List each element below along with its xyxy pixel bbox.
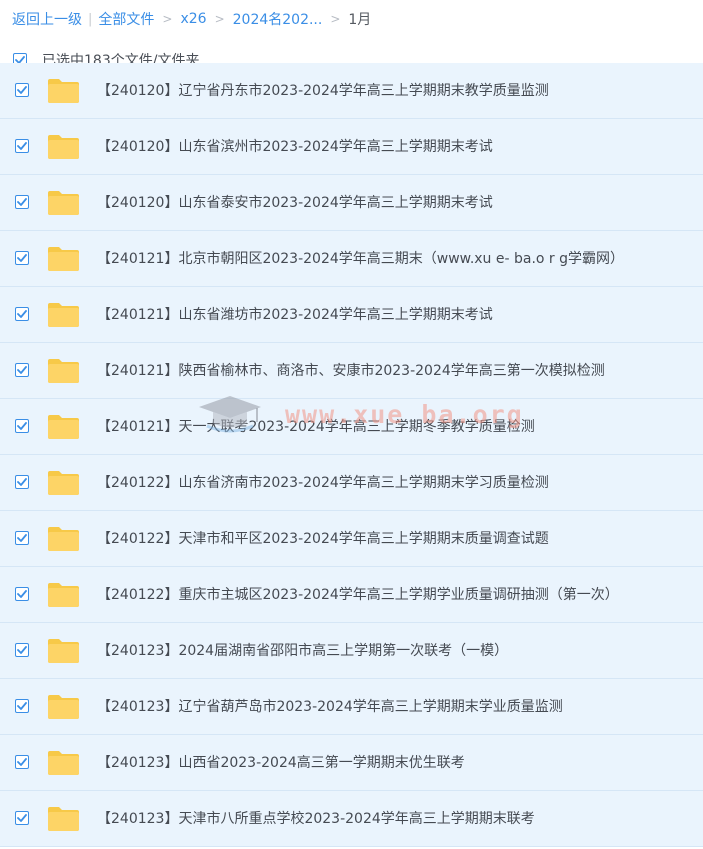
checkmark-icon bbox=[17, 646, 27, 654]
folder-icon bbox=[48, 303, 79, 327]
checkmark-icon bbox=[17, 590, 27, 598]
back-link[interactable]: 返回上一级 bbox=[12, 9, 82, 29]
row-checkbox[interactable] bbox=[15, 363, 29, 377]
folder-icon bbox=[48, 639, 79, 663]
file-row[interactable]: 【240121】天一大联考2023-2024学年高三上学期冬季教学质量检测 bbox=[0, 399, 703, 455]
row-checkbox[interactable] bbox=[15, 251, 29, 265]
row-checkbox[interactable] bbox=[15, 307, 29, 321]
file-name[interactable]: 【240121】北京市朝阳区2023-2024学年高三期末（www.xu e- … bbox=[97, 231, 624, 287]
chevron-right-icon: > bbox=[214, 12, 225, 26]
folder-icon bbox=[48, 695, 79, 719]
file-row[interactable]: 【240123】辽宁省葫芦岛市2023-2024学年高三上学期期末学业质量监测 bbox=[0, 679, 703, 735]
row-checkbox[interactable] bbox=[15, 475, 29, 489]
folder-icon bbox=[48, 471, 79, 495]
checkmark-icon bbox=[17, 478, 27, 486]
file-row[interactable]: 【240123】山西省2023-2024高三第一学期期末优生联考 bbox=[0, 735, 703, 791]
file-row[interactable]: 【240120】山东省滨州市2023-2024学年高三上学期期末考试 bbox=[0, 119, 703, 175]
row-checkbox[interactable] bbox=[15, 587, 29, 601]
row-checkbox[interactable] bbox=[15, 139, 29, 153]
breadcrumb-current: 1月 bbox=[348, 12, 372, 28]
checkmark-icon bbox=[17, 142, 27, 150]
checkmark-icon bbox=[17, 758, 27, 766]
breadcrumb-separator: | bbox=[88, 11, 93, 27]
chevron-right-icon: > bbox=[162, 12, 173, 26]
row-checkbox[interactable] bbox=[15, 755, 29, 769]
file-row[interactable]: 【240122】重庆市主城区2023-2024学年高三上学期学业质量调研抽测（第… bbox=[0, 567, 703, 623]
breadcrumb-item-x26[interactable]: x26 bbox=[180, 11, 206, 27]
folder-icon bbox=[48, 135, 79, 159]
row-checkbox[interactable] bbox=[15, 531, 29, 545]
folder-icon bbox=[48, 583, 79, 607]
file-name[interactable]: 【240122】天津市和平区2023-2024学年高三上学期期末质量调查试题 bbox=[97, 511, 549, 567]
folder-icon bbox=[48, 359, 79, 383]
file-name[interactable]: 【240121】山东省潍坊市2023-2024学年高三上学期期末考试 bbox=[97, 287, 493, 343]
folder-icon bbox=[48, 751, 79, 775]
chevron-right-icon: > bbox=[330, 12, 341, 26]
file-name[interactable]: 【240121】天一大联考2023-2024学年高三上学期冬季教学质量检测 bbox=[97, 399, 535, 455]
checkmark-icon bbox=[17, 366, 27, 374]
row-checkbox[interactable] bbox=[15, 83, 29, 97]
row-checkbox[interactable] bbox=[15, 643, 29, 657]
file-row[interactable]: 【240123】2024届湖南省邵阳市高三上学期第一次联考（一模） bbox=[0, 623, 703, 679]
folder-icon bbox=[48, 191, 79, 215]
file-row[interactable]: 【240120】辽宁省丹东市2023-2024学年高三上学期期末教学质量监测 bbox=[0, 63, 703, 119]
row-checkbox[interactable] bbox=[15, 195, 29, 209]
file-name[interactable]: 【240123】辽宁省葫芦岛市2023-2024学年高三上学期期末学业质量监测 bbox=[97, 679, 563, 735]
row-checkbox[interactable] bbox=[15, 419, 29, 433]
file-name[interactable]: 【240121】陕西省榆林市、商洛市、安康市2023-2024学年高三第一次模拟… bbox=[97, 343, 605, 399]
file-row[interactable]: 【240122】山东省济南市2023-2024学年高三上学期期末学习质量检测 bbox=[0, 455, 703, 511]
checkmark-icon bbox=[17, 534, 27, 542]
file-row[interactable]: 【240121】山东省潍坊市2023-2024学年高三上学期期末考试 bbox=[0, 287, 703, 343]
folder-icon bbox=[48, 527, 79, 551]
file-row[interactable]: 【240121】陕西省榆林市、商洛市、安康市2023-2024学年高三第一次模拟… bbox=[0, 343, 703, 399]
file-row[interactable]: 【240121】北京市朝阳区2023-2024学年高三期末（www.xu e- … bbox=[0, 231, 703, 287]
checkmark-icon bbox=[17, 702, 27, 710]
file-name[interactable]: 【240123】山西省2023-2024高三第一学期期末优生联考 bbox=[97, 735, 465, 791]
row-checkbox[interactable] bbox=[15, 699, 29, 713]
checkmark-icon bbox=[17, 310, 27, 318]
folder-icon bbox=[48, 415, 79, 439]
checkmark-icon bbox=[17, 198, 27, 206]
file-name[interactable]: 【240123】2024届湖南省邵阳市高三上学期第一次联考（一模） bbox=[97, 623, 508, 679]
file-name[interactable]: 【240123】天津市八所重点学校2023-2024学年高三上学期期末联考 bbox=[97, 791, 535, 847]
checkmark-icon bbox=[17, 814, 27, 822]
breadcrumb-item-2024[interactable]: 2024名202... bbox=[233, 9, 323, 29]
folder-icon bbox=[48, 247, 79, 271]
file-name[interactable]: 【240122】重庆市主城区2023-2024学年高三上学期学业质量调研抽测（第… bbox=[97, 567, 619, 623]
file-name[interactable]: 【240120】山东省滨州市2023-2024学年高三上学期期末考试 bbox=[97, 119, 493, 175]
file-name[interactable]: 【240122】山东省济南市2023-2024学年高三上学期期末学习质量检测 bbox=[97, 455, 549, 511]
file-row[interactable]: 【240120】山东省泰安市2023-2024学年高三上学期期末考试 bbox=[0, 175, 703, 231]
folder-icon bbox=[48, 807, 79, 831]
row-checkbox[interactable] bbox=[15, 811, 29, 825]
file-name[interactable]: 【240120】山东省泰安市2023-2024学年高三上学期期末考试 bbox=[97, 175, 493, 231]
checkmark-icon bbox=[17, 86, 27, 94]
folder-icon bbox=[48, 79, 79, 103]
all-files-link[interactable]: 全部文件 bbox=[98, 9, 154, 29]
breadcrumb: 返回上一级 | 全部文件 > x26 > 2024名202... > 1月 bbox=[12, 8, 371, 30]
file-row[interactable]: 【240122】天津市和平区2023-2024学年高三上学期期末质量调查试题 bbox=[0, 511, 703, 567]
checkmark-icon bbox=[17, 422, 27, 430]
file-row[interactable]: 【240123】天津市八所重点学校2023-2024学年高三上学期期末联考 bbox=[0, 791, 703, 847]
file-browser: 返回上一级 | 全部文件 > x26 > 2024名202... > 1月 已选… bbox=[0, 0, 703, 849]
file-name[interactable]: 【240120】辽宁省丹东市2023-2024学年高三上学期期末教学质量监测 bbox=[97, 63, 549, 119]
checkmark-icon bbox=[17, 254, 27, 262]
